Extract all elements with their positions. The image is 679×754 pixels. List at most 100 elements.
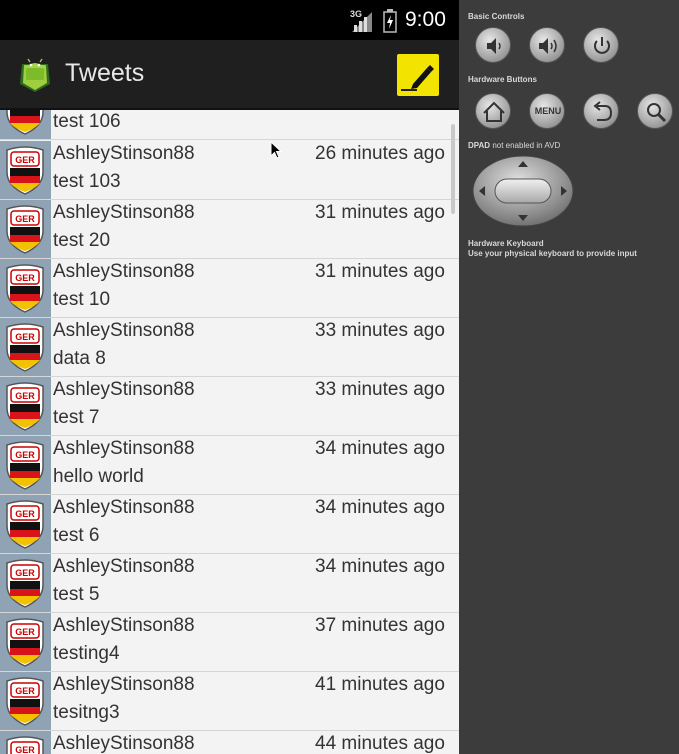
tweet-row[interactable]: GER AshleyStinson88 33 minutes ago data 8	[0, 318, 459, 377]
search-button[interactable]	[637, 93, 673, 129]
tweet-message: data 8	[53, 348, 106, 369]
germany-shield-icon: GER	[6, 146, 44, 195]
avatar: GER	[0, 495, 51, 553]
avatar-badge-text: GER	[15, 214, 35, 224]
status-clock: 9:00	[405, 8, 446, 31]
hardware-keyboard-label: Hardware Keyboard	[468, 239, 544, 248]
tweet-time: 44 minutes ago	[315, 733, 445, 754]
avatar-badge-text: GER	[15, 509, 35, 519]
emulator-controls-panel: Basic Controls Hardware Buttons MENU DPA…	[459, 0, 679, 754]
compose-button[interactable]	[397, 54, 439, 96]
tweet-time: 31 minutes ago	[315, 261, 445, 282]
tweet-row[interactable]: GER AshleyStinson88 31 minutes ago test 10	[0, 259, 459, 318]
network-type-label: 3G	[350, 9, 363, 19]
home-button[interactable]	[475, 93, 511, 129]
tweet-message: test 103	[53, 171, 121, 192]
search-icon	[647, 103, 667, 123]
tweet-list[interactable]: GER test 106 GER AshleyStinson88 26 minute…	[0, 110, 459, 754]
volume-down-button[interactable]	[475, 27, 511, 63]
tweet-row[interactable]: GER AshleyStinson88 44 minutes ago	[0, 731, 459, 754]
germany-shield-icon: GER	[6, 110, 44, 135]
dpad-control[interactable]	[471, 155, 575, 227]
tweet-time: 41 minutes ago	[315, 674, 445, 695]
dpad-note: not enabled in AVD	[492, 141, 561, 150]
tweet-row[interactable]: GER AshleyStinson88 34 minutes ago hello wo…	[0, 436, 459, 495]
volume-down-icon	[487, 38, 501, 54]
tweet-message: test 106	[53, 111, 121, 132]
germany-shield-icon: GER	[6, 559, 44, 608]
germany-shield-icon: GER	[6, 677, 44, 726]
avatar: GER	[0, 377, 51, 435]
menu-button[interactable]: MENU	[529, 93, 565, 129]
battery-icon	[383, 9, 397, 33]
tweet-row[interactable]: GER AshleyStinson88 31 minutes ago test 20	[0, 200, 459, 259]
volume-up-button[interactable]	[529, 27, 565, 63]
avatar-badge-text: GER	[15, 391, 35, 401]
avatar: GER	[0, 672, 51, 730]
tweet-row[interactable]: GER AshleyStinson88 33 minutes ago test 7	[0, 377, 459, 436]
dpad-label: DPAD not enabled in AVD	[468, 141, 561, 150]
phone-screen: 3G 9:00 Tweets test 106 GER AshleyStinso…	[0, 0, 459, 754]
tweet-message: test 5	[53, 584, 100, 605]
avatar: GER	[0, 436, 51, 494]
avatar: GER	[0, 110, 51, 139]
tweet-message: test 10	[53, 289, 111, 310]
germany-shield-icon: GER	[6, 441, 44, 490]
mouse-cursor-icon	[270, 141, 282, 159]
germany-shield-icon: GER	[6, 618, 44, 667]
germany-shield-icon: GER	[6, 323, 44, 372]
tweet-row[interactable]: GER AshleyStinson88 26 minutes ago test 103	[0, 141, 459, 200]
basic-controls-label: Basic Controls	[468, 12, 525, 21]
compose-pencil-icon	[401, 65, 434, 91]
tweet-username: AshleyStinson88	[53, 497, 195, 518]
germany-shield-icon: GER	[6, 264, 44, 313]
tweet-time: 34 minutes ago	[315, 497, 445, 518]
avatar-badge-text: GER	[15, 155, 35, 165]
tweet-message: hello world	[53, 466, 144, 487]
tweet-row[interactable]: GER AshleyStinson88 41 minutes ago tesitng3	[0, 672, 459, 731]
tweet-username: AshleyStinson88	[53, 202, 195, 223]
tweet-message: testing4	[53, 643, 120, 664]
avatar-badge-text: GER	[15, 627, 35, 637]
android-icon[interactable]	[16, 54, 54, 94]
tweet-username: AshleyStinson88	[53, 556, 195, 577]
avatar: GER	[0, 613, 51, 671]
tweet-username: AshleyStinson88	[53, 320, 195, 341]
home-icon	[483, 101, 505, 122]
tweet-username: AshleyStinson88	[53, 261, 195, 282]
germany-shield-icon: GER	[6, 382, 44, 431]
avatar: GER	[0, 731, 51, 754]
tweet-time: 34 minutes ago	[315, 556, 445, 577]
tweet-row[interactable]: GER AshleyStinson88 34 minutes ago test 6	[0, 495, 459, 554]
avatar: GER	[0, 200, 51, 258]
power-icon	[594, 37, 610, 54]
back-arrow-icon	[593, 101, 613, 121]
avatar: GER	[0, 554, 51, 612]
avatar-badge-text: GER	[15, 332, 35, 342]
menu-button-label: MENU	[534, 106, 562, 116]
tweet-message: tesitng3	[53, 702, 120, 723]
germany-shield-icon: GER	[6, 736, 44, 754]
tweet-username: AshleyStinson88	[53, 438, 195, 459]
tweet-time: 33 minutes ago	[315, 320, 445, 341]
tweet-message: test 7	[53, 407, 100, 428]
back-button[interactable]	[583, 93, 619, 129]
app-title: Tweets	[65, 59, 145, 87]
tweet-username: AshleyStinson88	[53, 615, 195, 636]
tweet-message: test 20	[53, 230, 111, 251]
tweet-row[interactable]: GER AshleyStinson88 37 minutes ago testing4	[0, 613, 459, 672]
status-bar: 3G 9:00	[0, 0, 459, 40]
power-button[interactable]	[583, 27, 619, 63]
list-item[interactable]: GER test 106	[0, 110, 459, 140]
tweet-time: 26 minutes ago	[315, 143, 445, 164]
avatar-badge-text: GER	[15, 568, 35, 578]
avatar-badge-text: GER	[15, 686, 35, 696]
tweet-time: 31 minutes ago	[315, 202, 445, 223]
tweet-row[interactable]: GER AshleyStinson88 34 minutes ago test 5	[0, 554, 459, 613]
scrollbar[interactable]	[451, 124, 455, 214]
avatar: GER	[0, 259, 51, 317]
hardware-keyboard-note: Use your physical keyboard to provide in…	[468, 249, 637, 258]
germany-shield-icon: GER	[6, 500, 44, 549]
avatar: GER	[0, 141, 51, 199]
germany-shield-icon: GER	[6, 205, 44, 254]
